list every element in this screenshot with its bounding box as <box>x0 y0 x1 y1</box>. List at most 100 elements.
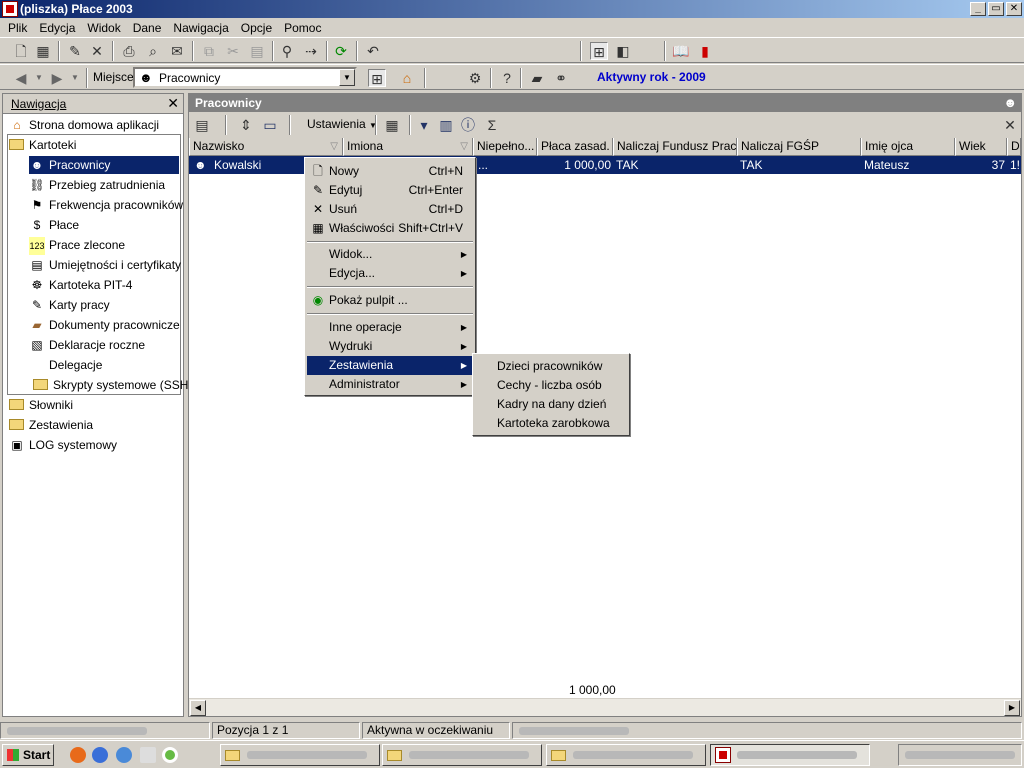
app-icon[interactable] <box>2 1 18 17</box>
menu-item-wlasciwosci[interactable]: ▦ Właściwości Shift+Ctrl+V <box>307 219 473 238</box>
split-view-icon[interactable]: ◧ <box>614 42 632 60</box>
scroll-right-icon[interactable]: ▶ <box>1004 700 1020 716</box>
undo-icon[interactable]: ↶ <box>364 42 382 60</box>
forward-icon[interactable]: ▶ <box>48 69 66 87</box>
submenu-item-dzieci[interactable]: Dzieci pracowników <box>475 357 627 376</box>
notepad-icon[interactable] <box>140 747 156 763</box>
explorer-icon[interactable] <box>116 747 132 763</box>
menu-nawigacja[interactable]: Nawigacja <box>167 21 234 35</box>
nav-item-umiejetnosci[interactable]: ▤ Umiejętności i certyfikaty <box>29 256 181 274</box>
exit-icon[interactable]: ▮ <box>696 42 714 60</box>
info-icon[interactable]: ⓘ <box>459 116 477 134</box>
column-placa[interactable]: Płaca zasad. <box>537 138 613 156</box>
nav-item-place[interactable]: $ Płace <box>29 216 79 234</box>
menu-dane[interactable]: Dane <box>127 21 168 35</box>
book-icon[interactable]: ▰ <box>528 69 546 87</box>
nav-item-frekwencja[interactable]: ⚑ Frekwencja pracowników <box>29 196 183 214</box>
menu-plik[interactable]: Plik <box>2 21 33 35</box>
nav-item-pit4[interactable]: ☸ Kartoteka PIT-4 <box>29 276 133 294</box>
nav-item-zestawienia[interactable]: Zestawienia <box>9 416 93 434</box>
column-nazwisko[interactable]: Nazwisko ▽ <box>189 138 343 156</box>
nav-item-kartoteki[interactable]: Kartoteki <box>9 136 76 154</box>
close-icon[interactable]: ✕ <box>1001 116 1019 134</box>
column-imiona[interactable]: Imiona ▽ <box>343 138 473 156</box>
settings-dropdown[interactable]: Ustawienia ▼ <box>307 117 377 131</box>
menu-pomoc[interactable]: Pomoc <box>278 21 327 35</box>
delete-icon[interactable]: ✕ <box>88 42 106 60</box>
nav-item-home[interactable]: ⌂ Strona domowa aplikacji <box>9 116 159 134</box>
tree-view-icon[interactable]: ⊞ <box>590 42 608 60</box>
menu-edycja[interactable]: Edycja <box>33 21 81 35</box>
help-book-icon[interactable]: 📖 <box>672 42 690 60</box>
ie-icon[interactable] <box>92 747 108 763</box>
minimize-button[interactable]: _ <box>970 2 986 16</box>
column-wiek[interactable]: Wiek <box>955 138 1007 156</box>
menu-item-wydruki[interactable]: Wydruki ▶ <box>307 337 473 356</box>
nav-item-dokumenty[interactable]: ▰ Dokumenty pracownicze <box>29 316 179 334</box>
location-combo[interactable]: ☻ Pracownicy ▼ <box>133 67 357 88</box>
properties-icon[interactable]: ▦ <box>34 42 52 60</box>
new-document-icon[interactable]: 🗋 <box>12 42 30 60</box>
submenu-item-kartoteka-zarobkowa[interactable]: Kartoteka zarobkowa <box>475 414 627 433</box>
taskbar-item-place[interactable] <box>710 744 870 766</box>
properties-icon[interactable]: ▦ <box>383 116 401 134</box>
menu-item-nowy[interactable]: 🗋 Nowy Ctrl+N <box>307 162 473 181</box>
taskbar-item-folder-3[interactable] <box>546 744 706 766</box>
menu-item-usun[interactable]: ✕ Usuń Ctrl+D <box>307 200 473 219</box>
nav-item-pracownicy[interactable]: ☻ Pracownicy <box>29 156 179 174</box>
column-fundusz[interactable]: Naliczaj Fundusz Pracy <box>613 138 737 156</box>
menu-item-inne-operacje[interactable]: Inne operacje ▶ <box>307 318 473 337</box>
column-d[interactable]: D <box>1007 138 1021 156</box>
link-icon[interactable]: ⚭ <box>552 69 570 87</box>
find-next-icon[interactable]: ⇢ <box>302 42 320 60</box>
home-icon[interactable]: ⌂ <box>398 69 416 87</box>
menu-item-pokaz-pulpit[interactable]: ◉ Pokaż pulpit ... <box>307 291 473 310</box>
columns-icon[interactable]: ▥ <box>437 116 455 134</box>
refresh-icon[interactable]: ⟳ <box>332 42 350 60</box>
nav-item-delegacje[interactable]: Delegacje <box>29 356 102 374</box>
menu-item-widok[interactable]: Widok... ▶ <box>307 245 473 264</box>
menu-item-edytuj[interactable]: ✎ Edytuj Ctrl+Enter <box>307 181 473 200</box>
firefox-icon[interactable] <box>70 747 86 763</box>
nav-item-log[interactable]: ▣ LOG systemowy <box>9 436 117 454</box>
menu-item-administrator[interactable]: Administrator ▶ <box>307 375 473 394</box>
media-player-icon[interactable] <box>162 747 178 763</box>
filter-icon[interactable]: ▾ <box>415 116 433 134</box>
submenu-item-cechy[interactable]: Cechy - liczba osób <box>475 376 627 395</box>
submenu-item-kadry[interactable]: Kadry na dany dzień <box>475 395 627 414</box>
forward-dropdown-icon[interactable]: ▼ <box>66 69 84 87</box>
print-icon[interactable]: ⎙ <box>120 42 138 60</box>
menu-item-edycja[interactable]: Edycja... ▶ <box>307 264 473 283</box>
maximize-button[interactable]: ▭ <box>988 2 1004 16</box>
mail-icon[interactable]: ✉ <box>168 42 186 60</box>
taskbar-item-folder-2[interactable] <box>382 744 542 766</box>
horizontal-scrollbar[interactable]: ◀ ▶ <box>189 698 1021 716</box>
chevron-down-icon[interactable]: ▼ <box>339 69 355 86</box>
print-preview-icon[interactable]: ⌕ <box>144 42 162 60</box>
taskbar-item-folder-1[interactable] <box>220 744 380 766</box>
filter-icon[interactable]: ▽ <box>330 138 338 155</box>
tree-toggle-icon[interactable]: ⊞ <box>368 69 386 87</box>
nav-item-karty-pracy[interactable]: ✎ Karty pracy <box>29 296 110 314</box>
menu-opcje[interactable]: Opcje <box>235 21 278 35</box>
nav-item-przebieg[interactable]: ⛓ Przebieg zatrudnienia <box>29 176 165 194</box>
paste-icon[interactable]: ▤ <box>248 42 266 60</box>
cut-icon[interactable]: ✂ <box>224 42 242 60</box>
back-icon[interactable]: ◀ <box>12 69 30 87</box>
copy-icon[interactable]: ⧉ <box>200 42 218 60</box>
menu-widok[interactable]: Widok <box>81 21 126 35</box>
filter-icon[interactable]: ▽ <box>460 138 468 155</box>
back-dropdown-icon[interactable]: ▼ <box>30 69 48 87</box>
column-imie-ojca[interactable]: Imię ojca <box>861 138 955 156</box>
close-button[interactable]: ✕ <box>1006 2 1022 16</box>
scroll-left-icon[interactable]: ◀ <box>190 700 206 716</box>
edit-icon[interactable]: ✎ <box>66 42 84 60</box>
form-view-icon[interactable]: ▭ <box>261 116 279 134</box>
nav-item-slowniki[interactable]: Słowniki <box>9 396 73 414</box>
tools-icon[interactable]: ⚙ <box>466 69 484 87</box>
sum-icon[interactable]: Σ <box>483 116 501 134</box>
column-fgsp[interactable]: Naliczaj FGŚP <box>737 138 861 156</box>
help-icon[interactable]: ? <box>498 69 516 87</box>
nav-item-prace-zlecone[interactable]: 123 Prace zlecone <box>29 236 125 255</box>
sort-icon[interactable]: ⇕ <box>237 116 255 134</box>
